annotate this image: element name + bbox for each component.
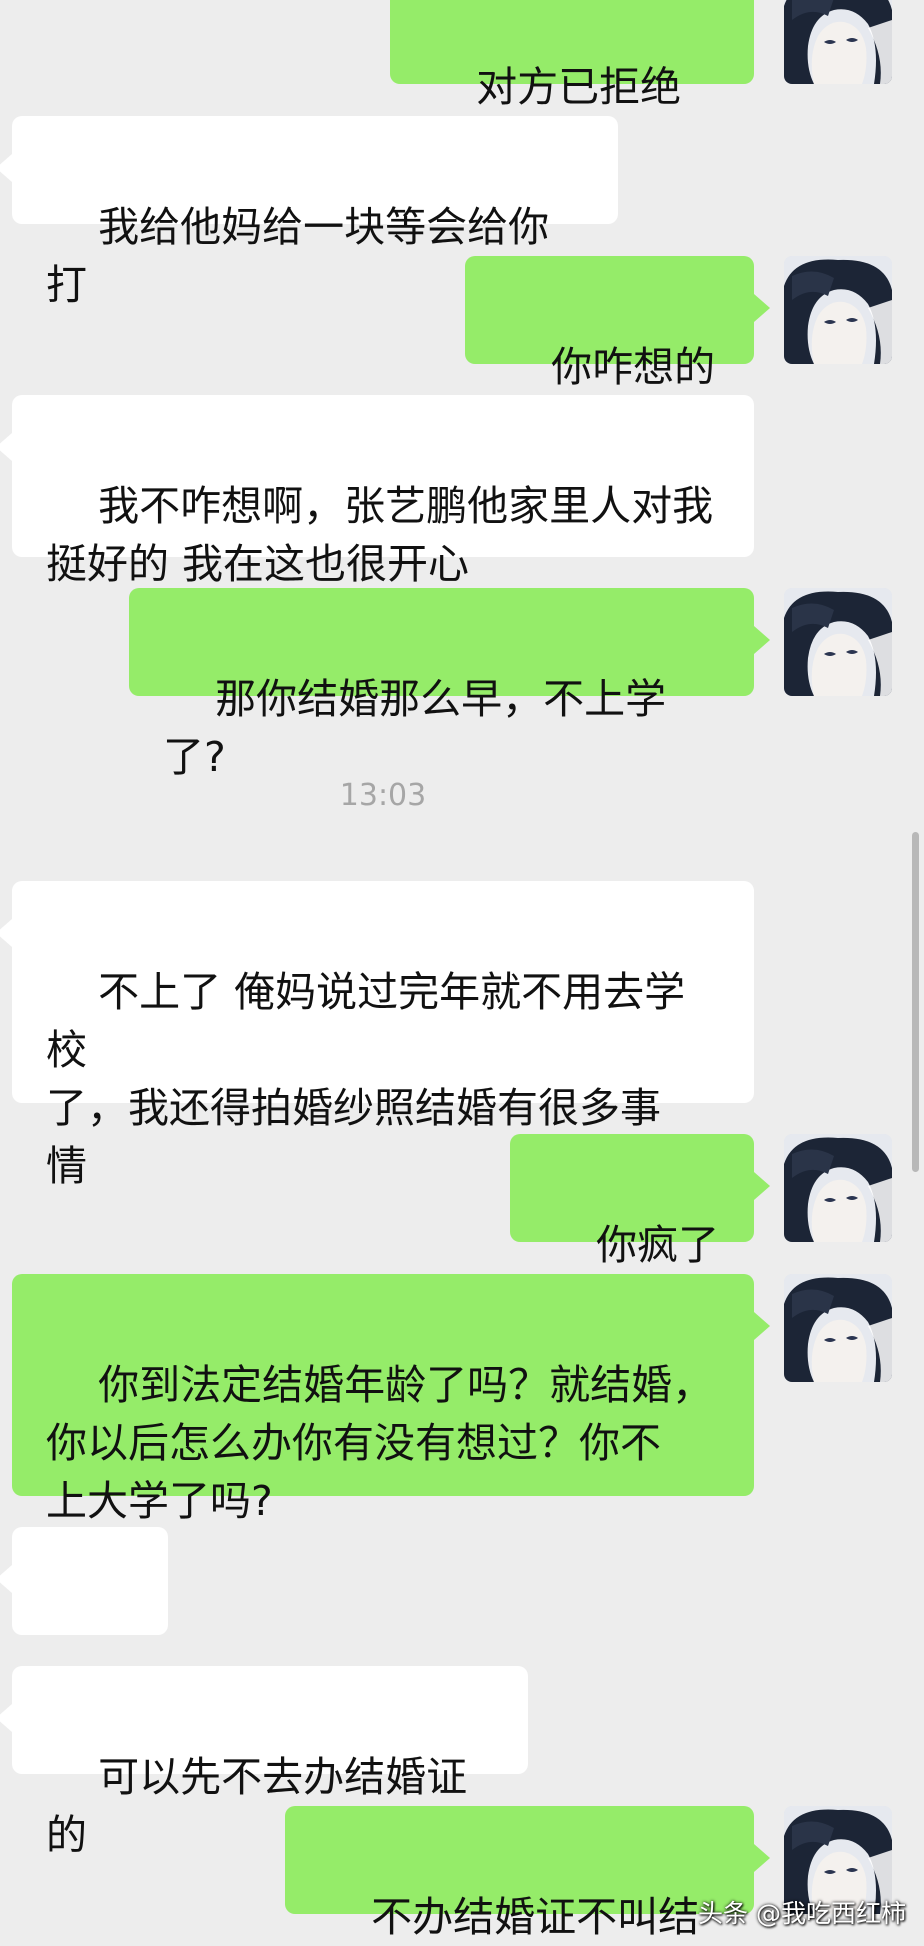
anime-girl-avatar-icon	[784, 256, 892, 364]
avatar[interactable]	[784, 1274, 892, 1382]
message-bubble-outgoing[interactable]: 不办结婚证不叫结婚	[285, 1806, 770, 1941]
call-status-text: 对方已拒绝	[476, 63, 682, 111]
message-bubble-incoming[interactable]: 不上了 俺妈说过完年就不用去学校 了，我还得拍婚纱照结婚有很多事 情	[0, 881, 754, 1190]
message-bubble-incoming[interactable]: 我不咋想啊，张艺鹏他家里人对我 挺好的 我在这也很开心	[0, 395, 754, 588]
message-bubble-incoming[interactable]: 没有	[0, 1527, 168, 1720]
avatar[interactable]	[784, 1134, 892, 1242]
watermark: 头条 @我吃西红柿	[698, 1899, 906, 1928]
message-bubble-outgoing[interactable]: 你咋想的啊	[465, 256, 770, 449]
message-bubble-incoming[interactable]: 我给他妈给一块等会给你打	[0, 116, 618, 309]
message-bubble-outgoing[interactable]: 对方已拒绝	[390, 0, 754, 160]
anime-girl-avatar-icon	[784, 588, 892, 696]
anime-girl-avatar-icon	[784, 0, 892, 84]
avatar[interactable]	[784, 588, 892, 696]
timestamp-divider: 13:03	[339, 778, 427, 813]
message-text: 你到法定结婚年龄了吗？就结婚， 你以后怎么办你有没有想过？你不 上大学了吗?	[46, 1361, 714, 1525]
anime-girl-avatar-icon	[784, 1274, 892, 1382]
message-text: 那你结婚那么早，不上学了?	[163, 675, 667, 781]
scrollbar[interactable]	[912, 832, 919, 1172]
message-bubble-outgoing[interactable]: 你到法定结婚年龄了吗？就结婚， 你以后怎么办你有没有想过？你不 上大学了吗?	[12, 1274, 770, 1525]
message-bubble-outgoing[interactable]: 你疯了吗	[510, 1134, 770, 1327]
message-text: 我不咋想啊，张艺鹏他家里人对我 挺好的 我在这也很开心	[46, 482, 714, 588]
message-text: 不办结婚证不叫结婚	[371, 1893, 700, 1941]
anime-girl-avatar-icon	[784, 1134, 892, 1242]
avatar[interactable]	[784, 256, 892, 364]
avatar[interactable]	[784, 0, 892, 84]
message-bubble-outgoing[interactable]: 那你结婚那么早，不上学了?	[129, 588, 770, 781]
message-bubble-incoming[interactable]: 可以先不去办结婚证的	[0, 1666, 528, 1859]
chat-window[interactable]: 对方已拒绝 我给他妈给一块等会给你打 你咋想的啊 我不咋想啊，张艺鹏他家里人对我…	[0, 0, 924, 1946]
